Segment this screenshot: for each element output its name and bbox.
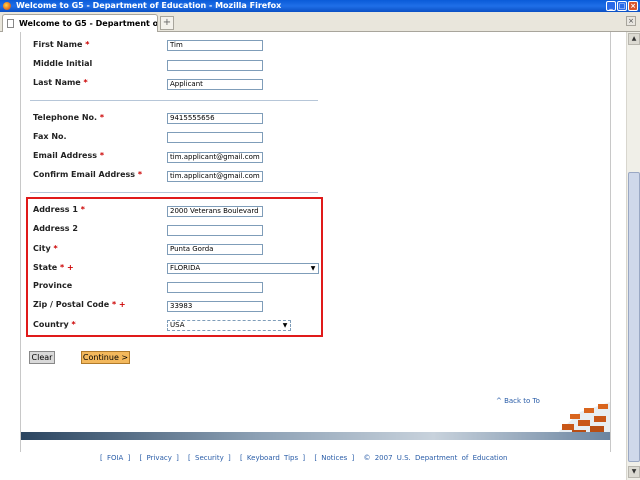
country-value: USA: [170, 321, 185, 329]
privacy-link[interactable]: [ Privacy ]: [140, 454, 179, 462]
address1-field[interactable]: 2000 Veterans Boulevard: [167, 206, 263, 217]
copyright-text: © 2007 U.S. Department of Education: [363, 454, 508, 462]
foia-link[interactable]: [ FOIA ]: [100, 454, 130, 462]
tab-g5[interactable]: Welcome to G5 - Department of Edu...: [2, 14, 158, 32]
email-field[interactable]: tim.applicant@gmail.com: [167, 152, 263, 163]
fax-label: Fax No.: [33, 132, 67, 141]
address2-label: Address 2: [33, 224, 78, 233]
browser-window: Welcome to G5 - Department of Education …: [0, 0, 640, 480]
page-icon: [7, 19, 14, 28]
close-tab-button[interactable]: ×: [626, 16, 636, 26]
city-label: City *: [33, 244, 58, 253]
address1-label: Address 1 *: [33, 205, 85, 214]
tab-bar: Welcome to G5 - Department of Edu... + ×: [0, 12, 640, 32]
telephone-field[interactable]: 9415555656: [167, 113, 263, 124]
province-field[interactable]: [167, 282, 263, 293]
state-select[interactable]: FLORIDA ▼: [167, 263, 319, 274]
confirm-email-field[interactable]: tim.applicant@gmail.com: [167, 171, 263, 182]
footer-banner: [21, 432, 610, 440]
keyboard-tips-link[interactable]: [ Keyboard Tips ]: [240, 454, 305, 462]
scrollbar-thumb[interactable]: [628, 172, 640, 462]
last-name-label: Last Name *: [33, 78, 88, 87]
telephone-label: Telephone No. *: [33, 113, 105, 122]
minimize-button[interactable]: _: [606, 1, 616, 11]
firefox-icon: [3, 2, 11, 10]
confirm-email-label: Confirm Email Address *: [33, 170, 143, 179]
page-content: First Name * Tim Middle Initial Last Nam…: [0, 32, 626, 480]
right-frame-line: [610, 32, 611, 452]
address2-field[interactable]: [167, 225, 263, 236]
country-select[interactable]: USA ▼: [167, 320, 291, 331]
zip-label: Zip / Postal Code * +: [33, 300, 126, 309]
chevron-down-icon[interactable]: ▼: [281, 322, 289, 329]
section-divider: [30, 192, 318, 193]
window-controls: _ □ ×: [606, 1, 638, 11]
scroll-up-icon[interactable]: ▲: [628, 33, 640, 45]
city-field[interactable]: Punta Gorda: [167, 244, 263, 255]
security-link[interactable]: [ Security ]: [188, 454, 231, 462]
scroll-down-icon[interactable]: ▼: [628, 466, 640, 478]
email-label: Email Address *: [33, 151, 104, 160]
vertical-scrollbar[interactable]: ▲ ▼: [626, 32, 640, 480]
clear-button[interactable]: Clear: [29, 351, 55, 364]
title-bar: Welcome to G5 - Department of Education …: [0, 0, 640, 12]
middle-initial-field[interactable]: [167, 60, 263, 71]
section-divider: [30, 100, 318, 101]
close-button[interactable]: ×: [628, 1, 638, 11]
last-name-field[interactable]: Applicant: [167, 79, 263, 90]
tab-label: Welcome to G5 - Department of Edu...: [19, 19, 158, 28]
first-name-label: First Name *: [33, 40, 90, 49]
chevron-down-icon[interactable]: ▼: [309, 265, 317, 272]
middle-initial-label: Middle Initial: [33, 59, 93, 68]
maximize-button[interactable]: □: [617, 1, 627, 11]
continue-button[interactable]: Continue >: [81, 351, 130, 364]
window-title: Welcome to G5 - Department of Education …: [16, 1, 282, 10]
first-name-field[interactable]: Tim: [167, 40, 263, 51]
province-label: Province: [33, 281, 73, 290]
left-frame-line: [20, 32, 21, 452]
country-label: Country *: [33, 320, 76, 329]
back-to-top-link[interactable]: ^ Back to Top: [496, 397, 544, 405]
state-label: State * +: [33, 263, 74, 272]
fax-field[interactable]: [167, 132, 263, 143]
state-value: FLORIDA: [170, 264, 201, 272]
new-tab-button[interactable]: +: [160, 16, 174, 30]
zip-field[interactable]: 33983: [167, 301, 263, 312]
footer-links: [ FOIA ] [ Privacy ] [ Security ] [ Keyb…: [100, 454, 512, 462]
notices-link[interactable]: [ Notices ]: [314, 454, 354, 462]
